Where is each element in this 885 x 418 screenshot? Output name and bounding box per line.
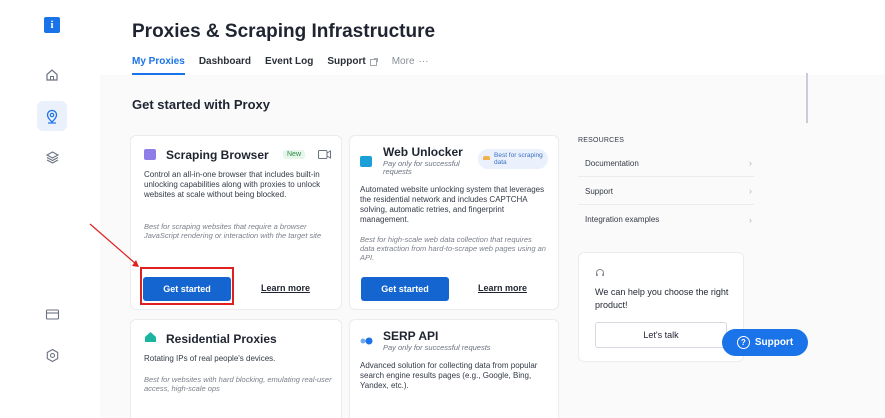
card-title: Scraping Browser	[166, 148, 269, 162]
card-best-for: Best for websites with hard blocking, em…	[144, 375, 332, 393]
scraping-browser-learn-more-link[interactable]: Learn more	[261, 283, 310, 293]
chevron-right-icon: ›	[749, 214, 752, 225]
tab-bar: My Proxies Dashboard Event Log Support M…	[132, 56, 429, 75]
chevron-right-icon: ›	[749, 186, 752, 196]
tab-event-log[interactable]: Event Log	[265, 56, 313, 73]
card-serp-api: SERP API Pay only for successful request…	[349, 319, 559, 418]
support-label: Support	[754, 337, 794, 348]
card-description: Rotating IPs of real people's devices.	[144, 354, 276, 363]
scrollbar[interactable]	[806, 73, 808, 123]
tab-support[interactable]: Support	[327, 56, 378, 73]
card-residential-proxies: Residential Proxies Rotating IPs of real…	[130, 319, 342, 418]
location-pin-icon[interactable]	[37, 101, 67, 131]
card-subtitle: Pay only for successful requests	[383, 343, 491, 352]
support-chat-button[interactable]: ? Support	[722, 329, 808, 356]
tab-my-proxies[interactable]: My Proxies	[132, 56, 185, 75]
brand-logo-icon[interactable]: i	[44, 17, 60, 33]
chevron-right-icon: ›	[749, 158, 752, 168]
browser-icon	[144, 149, 156, 160]
section-title: Get started with Proxy	[132, 97, 270, 112]
tab-label: My Proxies	[132, 56, 185, 67]
tab-label: Event Log	[265, 56, 314, 67]
tab-label: More	[391, 56, 415, 67]
more-dots-icon: ···	[418, 56, 429, 67]
resource-integration-examples[interactable]: Integration examples ›	[578, 206, 754, 233]
card-description: Advanced solution for collecting data fr…	[360, 361, 538, 390]
badge-text: Best for scraping data	[494, 152, 543, 166]
card-best-for: Best for scraping websites that require …	[144, 222, 322, 240]
resource-support[interactable]: Support ›	[578, 178, 754, 205]
web-unlocker-learn-more-link[interactable]: Learn more	[478, 283, 527, 293]
tab-label: Support	[327, 56, 366, 67]
headset-icon	[596, 269, 604, 276]
residential-house-icon	[145, 332, 156, 342]
serp-icon	[360, 337, 373, 345]
help-card: We can help you choose the right product…	[578, 252, 744, 362]
main-content: Proxies & Scraping Infrastructure My Pro…	[100, 0, 885, 418]
card-title: SERP API	[383, 329, 439, 343]
card-description: Automated website unlocking system that …	[360, 185, 545, 224]
page-header: Proxies & Scraping Infrastructure My Pro…	[100, 0, 885, 75]
card-web-unlocker: Web Unlocker Pay only for successful req…	[349, 135, 559, 310]
layers-icon[interactable]	[41, 146, 63, 168]
video-icon[interactable]	[318, 149, 331, 160]
card-title: Residential Proxies	[166, 332, 277, 346]
resource-label: Support	[585, 186, 614, 196]
tab-label: Dashboard	[198, 56, 252, 67]
unlocker-icon	[360, 156, 372, 167]
lets-talk-button[interactable]: Let's talk	[595, 322, 727, 348]
resource-label: Documentation	[585, 158, 639, 168]
card-title: Web Unlocker	[383, 145, 463, 159]
best-for-badge: Best for scraping data	[478, 149, 548, 169]
home-icon[interactable]	[41, 64, 63, 86]
resource-documentation[interactable]: Documentation ›	[578, 150, 754, 177]
card-best-for: Best for high-scale web data collection …	[360, 235, 546, 262]
gear-icon[interactable]	[41, 344, 63, 366]
card-subtitle: Pay only for successful requests	[383, 159, 460, 176]
web-unlocker-get-started-button[interactable]: Get started	[361, 277, 449, 301]
card-icon[interactable]	[41, 303, 63, 325]
trophy-icon	[483, 156, 490, 160]
annotation-arrow-icon	[89, 223, 139, 267]
card-description: Control an all-in-one browser that inclu…	[144, 170, 321, 199]
tab-dashboard[interactable]: Dashboard	[199, 56, 251, 73]
sidebar: i	[0, 0, 100, 418]
annotation-highlight-box	[140, 267, 234, 305]
resources-heading: RESOURCES	[578, 137, 625, 144]
tab-more[interactable]: More ···	[392, 56, 429, 73]
brand-logo-letter: i	[50, 19, 54, 31]
help-circle-icon: ?	[736, 336, 750, 349]
help-text: We can help you choose the right product…	[595, 287, 729, 310]
external-link-icon	[369, 57, 378, 66]
new-badge: New	[283, 150, 306, 159]
page-title: Proxies & Scraping Infrastructure	[132, 21, 436, 42]
resource-label: Integration examples	[585, 215, 660, 224]
